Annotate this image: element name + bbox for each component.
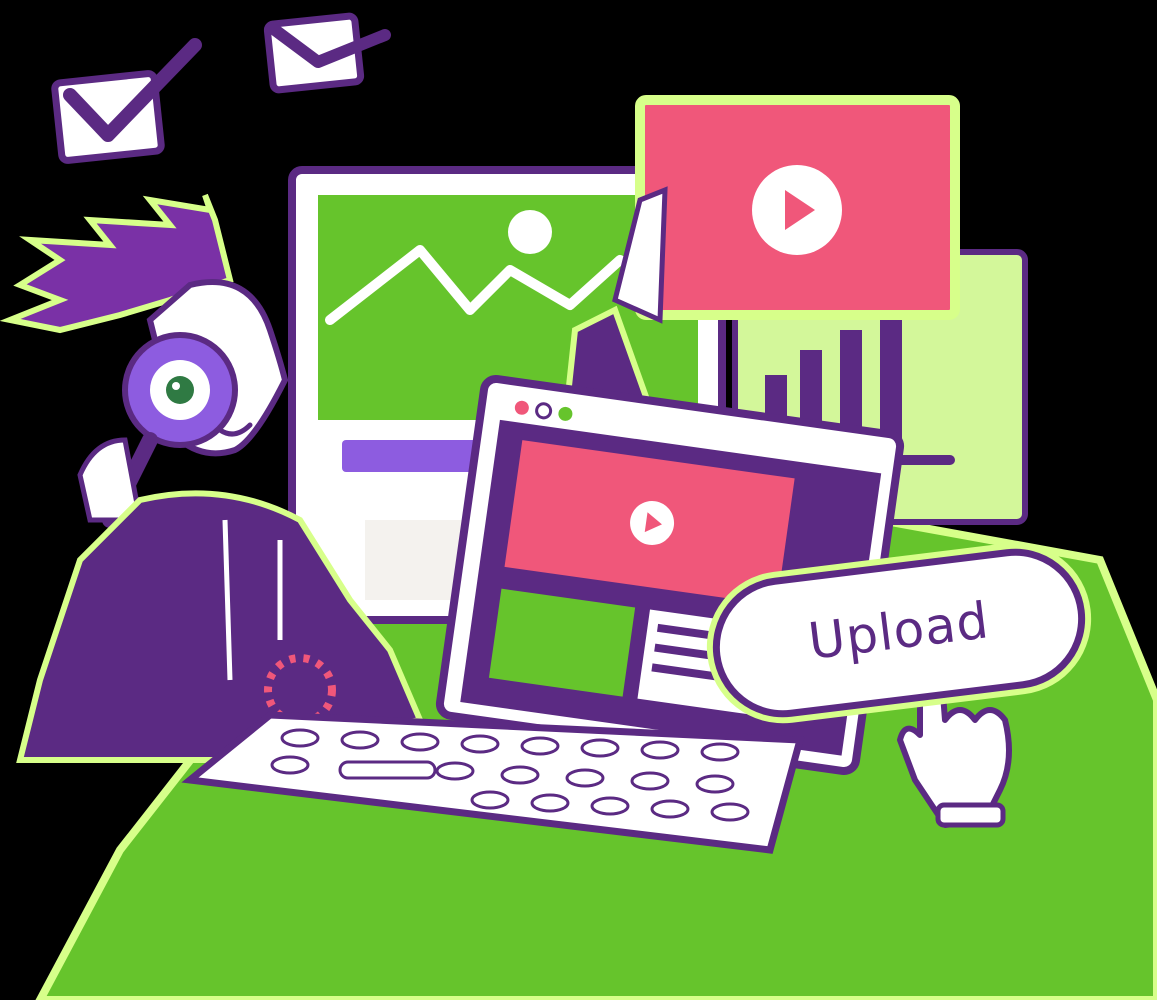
upload-button-label: Upload: [805, 591, 993, 671]
checkbox-check-icon: [263, 12, 391, 94]
play-icon: [752, 165, 842, 255]
checkbox-check-icon: [51, 38, 202, 164]
video-card: [635, 95, 960, 320]
illustration: [0, 12, 1157, 1000]
